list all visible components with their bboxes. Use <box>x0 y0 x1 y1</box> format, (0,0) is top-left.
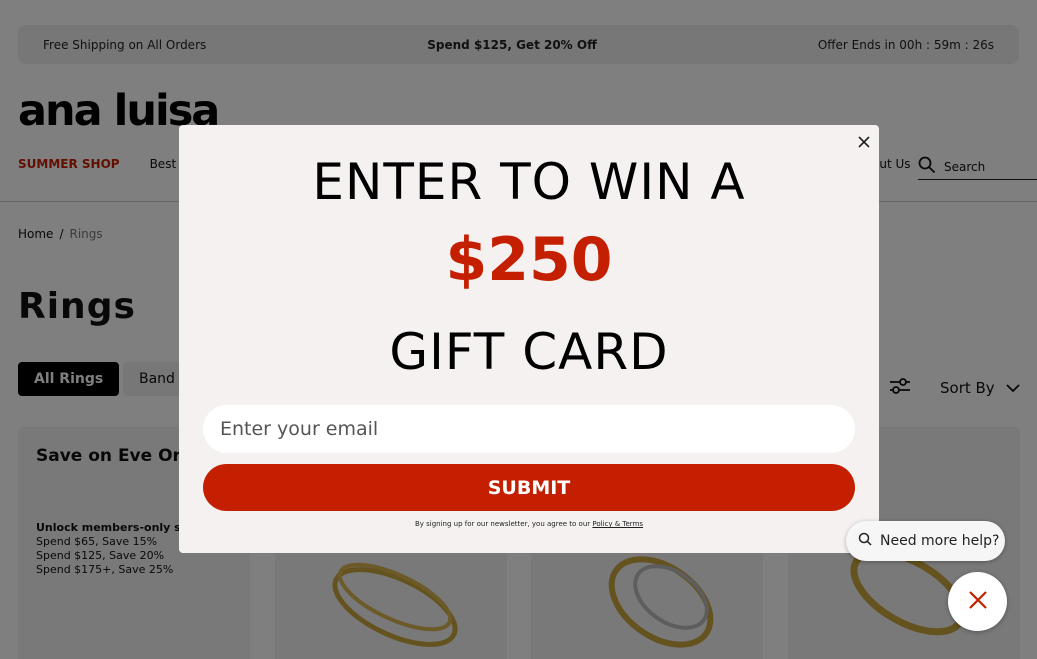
help-chat-button[interactable]: Need more help? <box>846 521 1005 561</box>
modal-heading-line3: GIFT CARD <box>389 323 669 381</box>
close-icon <box>967 589 989 615</box>
modal-heading-line1: ENTER TO WIN A <box>312 153 746 211</box>
chat-close-button[interactable] <box>948 572 1007 631</box>
giveaway-modal: ENTER TO WIN A $250 GIFT CARD SUBMIT By … <box>179 125 879 553</box>
disclaimer: By signing up for our newsletter, you ag… <box>179 520 879 528</box>
policy-terms-link[interactable]: Policy & Terms <box>592 520 643 528</box>
submit-button[interactable]: SUBMIT <box>203 464 855 511</box>
modal-amount: $250 <box>445 225 613 295</box>
disclaimer-text: By signing up for our newsletter, you ag… <box>414 520 593 528</box>
close-icon[interactable] <box>853 131 875 153</box>
email-field[interactable] <box>203 405 855 453</box>
chat-search-icon <box>858 532 872 550</box>
help-label: Need more help? <box>880 533 1000 549</box>
